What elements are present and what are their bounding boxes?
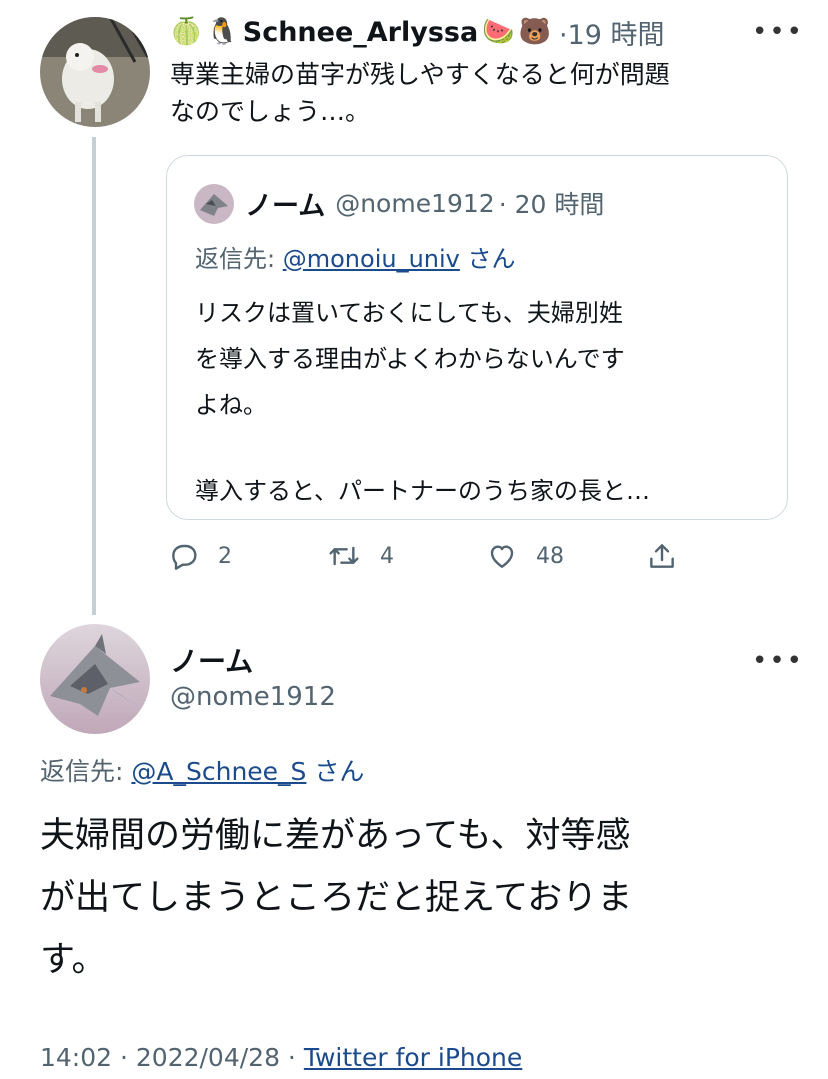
retweet-count: 4: [380, 543, 394, 569]
main-handle[interactable]: @nome1912: [170, 682, 336, 712]
main-tweet-text: 夫婦間の労働に差があっても、対等感 が出てしまうところだと捉えておりま す。: [40, 816, 633, 980]
more-dots-icon[interactable]: •••: [752, 19, 804, 45]
avatar-schnee[interactable]: [40, 17, 150, 127]
quoted-time[interactable]: · 20 時間: [499, 185, 605, 221]
display-name-schnee[interactable]: Schnee_Arlyssa: [243, 17, 478, 48]
quoted-tweet-card[interactable]: ノーム @nome1912 · 20 時間 返信先: @monoiu_univ …: [166, 155, 788, 520]
reply-button[interactable]: 2: [168, 538, 232, 574]
avatar-nome[interactable]: [40, 624, 150, 734]
tweet-meta: 14:02 · 2022/04/28 · Twitter for iPhone: [40, 1043, 522, 1072]
quoted-reply-to: 返信先: @monoiu_univ さん: [195, 245, 516, 273]
share-icon: [650, 544, 674, 568]
main-reply-handle-link[interactable]: @A_Schnee_S: [131, 757, 306, 786]
tweet-date[interactable]: 14:02 · 2022/04/28 ·: [40, 1043, 296, 1072]
main-reply-to: 返信先: @A_Schnee_S さん: [40, 757, 365, 786]
reply-icon: [172, 544, 197, 570]
more-dots-icon[interactable]: •••: [752, 648, 804, 674]
like-button[interactable]: 48: [486, 538, 564, 574]
retweet-icon: [329, 546, 359, 566]
bear-emoji: 🐻: [518, 17, 551, 47]
avatar-nome-small: [194, 184, 234, 224]
penguin-emoji: 🐧: [206, 17, 239, 47]
watermelon-emoji: 🍉: [482, 17, 515, 47]
thread-connector-line: [92, 137, 96, 615]
first-tweet-header: 🍈 🐧 Schnee_Arlyssa 🍉 🐻 ·19 時間: [170, 12, 664, 52]
share-button[interactable]: [646, 538, 678, 574]
first-tweet-text: 専業主婦の苗字が残しやすくなると何が問題 なのでしょう…。: [170, 60, 670, 126]
quoted-reply-handle-link[interactable]: @monoiu_univ: [283, 245, 460, 273]
reply-count: 2: [218, 543, 232, 569]
like-count: 48: [536, 543, 564, 569]
like-icon: [490, 545, 514, 568]
quoted-handle[interactable]: @nome1912: [335, 189, 495, 218]
client-link[interactable]: Twitter for iPhone: [304, 1043, 522, 1072]
tweet-time[interactable]: ·19 時間: [559, 13, 665, 52]
retweet-button[interactable]: 4: [326, 538, 394, 574]
quoted-display-name[interactable]: ノーム: [245, 184, 325, 223]
melon-emoji: 🍈: [170, 17, 203, 47]
quoted-tweet-text: リスクは置いておくにしても、夫婦別姓 を導入する理由がよくわからないんです よね…: [195, 299, 651, 505]
main-display-name[interactable]: ノーム: [170, 640, 253, 680]
